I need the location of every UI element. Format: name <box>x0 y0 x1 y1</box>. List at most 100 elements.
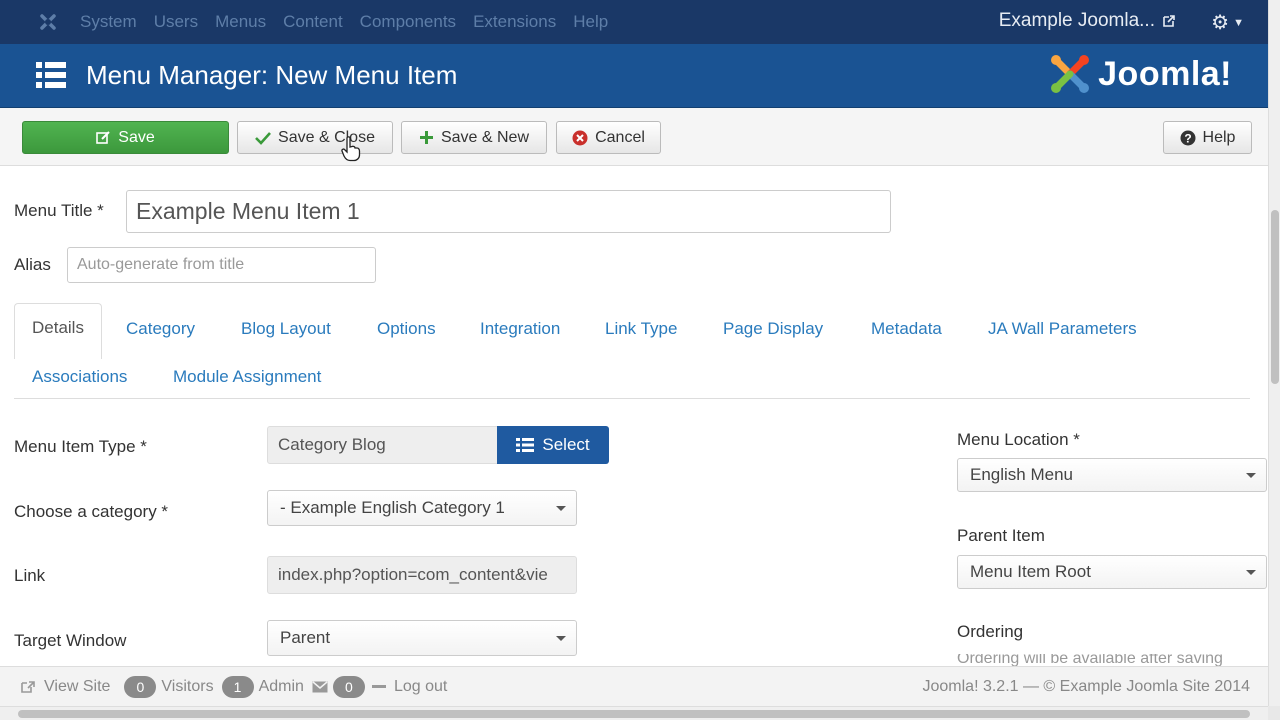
caret-down-icon <box>1246 570 1256 575</box>
tab-page-display[interactable]: Page Display <box>723 319 823 339</box>
visitors-badge: 0 <box>124 675 157 698</box>
select-menu-type-button[interactable]: Select <box>497 426 609 464</box>
checkmark-icon <box>255 131 271 145</box>
tab-integration[interactable]: Integration <box>480 319 560 339</box>
gear-icon: ⚙ <box>1211 12 1230 34</box>
menu-content[interactable]: Content <box>283 12 343 32</box>
menu-components[interactable]: Components <box>360 12 456 32</box>
page-title: Menu Manager: New Menu Item <box>86 60 458 90</box>
menu-location-value: English Menu <box>970 465 1074 484</box>
tab-metadata[interactable]: Metadata <box>871 319 942 339</box>
tab-blog-layout[interactable]: Blog Layout <box>241 319 331 339</box>
envelope-icon[interactable] <box>312 680 328 693</box>
alias-input[interactable]: Auto-generate from title <box>67 247 376 283</box>
minus-icon <box>371 685 386 688</box>
category-select-value: - Example English Category 1 <box>280 498 505 517</box>
save-new-button[interactable]: Save & New <box>401 121 547 154</box>
toolbar: Save Save & Close Save & New Cancel ? He… <box>0 108 1268 166</box>
site-link-label: Example Joomla... <box>998 10 1155 31</box>
caret-down-icon <box>556 636 566 641</box>
logout-label: Log out <box>393 677 448 695</box>
top-menu: System Users Menus Content Components Ex… <box>80 12 625 32</box>
admin-badge: 1 <box>221 675 254 698</box>
save-close-button[interactable]: Save & Close <box>237 121 393 154</box>
menu-location-select[interactable]: English Menu <box>957 458 1267 492</box>
link-label: Link <box>14 566 46 585</box>
help-button[interactable]: ? Help <box>1163 121 1252 154</box>
cancel-circle-icon <box>572 130 588 145</box>
view-site-label: View Site <box>44 677 111 695</box>
save-new-label: Save & New <box>440 128 530 146</box>
parent-item-value: Menu Item Root <box>970 562 1091 581</box>
status-footer: View Site 0 Visitors 1 Admin 0 Log out J… <box>0 666 1268 706</box>
target-window-label: Target Window <box>14 631 127 650</box>
menu-extensions[interactable]: Extensions <box>473 12 556 32</box>
menu-location-label: Menu Location * <box>957 430 1080 449</box>
ordering-note: Ordering will be available after saving <box>957 654 1267 666</box>
visitors-label: Visitors <box>161 677 214 695</box>
select-button-label: Select <box>542 435 590 454</box>
list-icon <box>516 438 535 452</box>
external-link-icon <box>21 680 35 693</box>
scrollbar-corner <box>1268 706 1280 720</box>
edit-icon <box>96 131 110 144</box>
view-site-link[interactable]: View Site <box>20 678 110 696</box>
tab-ja-wall-parameters[interactable]: JA Wall Parameters <box>988 319 1137 339</box>
settings-dropdown[interactable]: ⚙ ▼ <box>1211 10 1244 35</box>
top-navbar: System Users Menus Content Components Ex… <box>0 0 1280 44</box>
svg-text:?: ? <box>1184 131 1191 145</box>
menu-title-label: Menu Title * <box>14 201 104 220</box>
link-field: index.php?option=com_content&vie <box>267 556 577 594</box>
menu-title-input[interactable]: Example Menu Item 1 <box>126 190 891 233</box>
help-label: Help <box>1202 128 1236 146</box>
vertical-scrollbar[interactable] <box>1268 0 1280 706</box>
chevron-down-icon: ▼ <box>1233 16 1244 29</box>
caret-down-icon <box>556 506 566 511</box>
horizontal-scrollbar[interactable] <box>0 706 1268 720</box>
category-label: Choose a category * <box>14 502 169 521</box>
ordering-label: Ordering <box>957 622 1024 641</box>
category-select[interactable]: - Example English Category 1 <box>267 490 577 526</box>
messages-badge: 0 <box>332 675 365 698</box>
caret-down-icon <box>1246 473 1256 478</box>
save-button[interactable]: Save <box>22 121 229 154</box>
menu-list-icon <box>36 62 66 88</box>
horizontal-scroll-thumb[interactable] <box>18 710 1250 718</box>
joomla-logo-icon <box>1051 55 1090 93</box>
ordering-note-text: Ordering will be available after saving <box>957 654 1223 666</box>
target-window-value: Parent <box>280 628 331 647</box>
menu-item-type-label: Menu Item Type * <box>14 437 147 456</box>
admin-label: Admin <box>258 677 304 695</box>
hand-cursor-icon <box>341 136 361 162</box>
vertical-scroll-thumb[interactable] <box>1271 210 1279 384</box>
brand-text: Joomla! <box>1098 54 1232 93</box>
cancel-label: Cancel <box>595 128 645 146</box>
page-header: Menu Manager: New Menu Item Joomla! <box>0 44 1280 108</box>
tab-link-type[interactable]: Link Type <box>605 319 677 339</box>
alias-label: Alias <box>14 255 51 274</box>
menu-help[interactable]: Help <box>573 12 608 32</box>
tab-category[interactable]: Category <box>126 319 195 339</box>
external-link-icon <box>1163 15 1175 27</box>
save-button-label: Save <box>118 128 155 146</box>
tab-options[interactable]: Options <box>377 319 436 339</box>
menu-users[interactable]: Users <box>154 12 198 32</box>
parent-item-label: Parent Item <box>957 526 1045 545</box>
menu-system[interactable]: System <box>80 12 137 32</box>
logout-link[interactable]: Log out <box>371 677 448 696</box>
tab-details[interactable]: Details <box>14 303 102 359</box>
version-info: Joomla! 3.2.1 — © Example Joomla Site 20… <box>922 678 1250 695</box>
tab-bar: Details Category Blog Layout Options Int… <box>14 303 1250 399</box>
plus-icon <box>419 131 433 144</box>
target-window-select[interactable]: Parent <box>267 620 577 656</box>
tab-associations[interactable]: Associations <box>32 367 127 387</box>
menu-menus[interactable]: Menus <box>215 12 266 32</box>
joomla-mini-logo-icon[interactable] <box>28 11 68 33</box>
joomla-brand: Joomla! <box>1048 52 1232 96</box>
site-link[interactable]: Example Joomla... <box>999 10 1176 32</box>
parent-item-select[interactable]: Menu Item Root <box>957 555 1267 589</box>
question-circle-icon: ? <box>1180 130 1196 145</box>
cancel-button[interactable]: Cancel <box>556 121 661 154</box>
menu-item-type-field: Category Blog <box>267 426 498 464</box>
tab-module-assignment[interactable]: Module Assignment <box>173 367 321 387</box>
